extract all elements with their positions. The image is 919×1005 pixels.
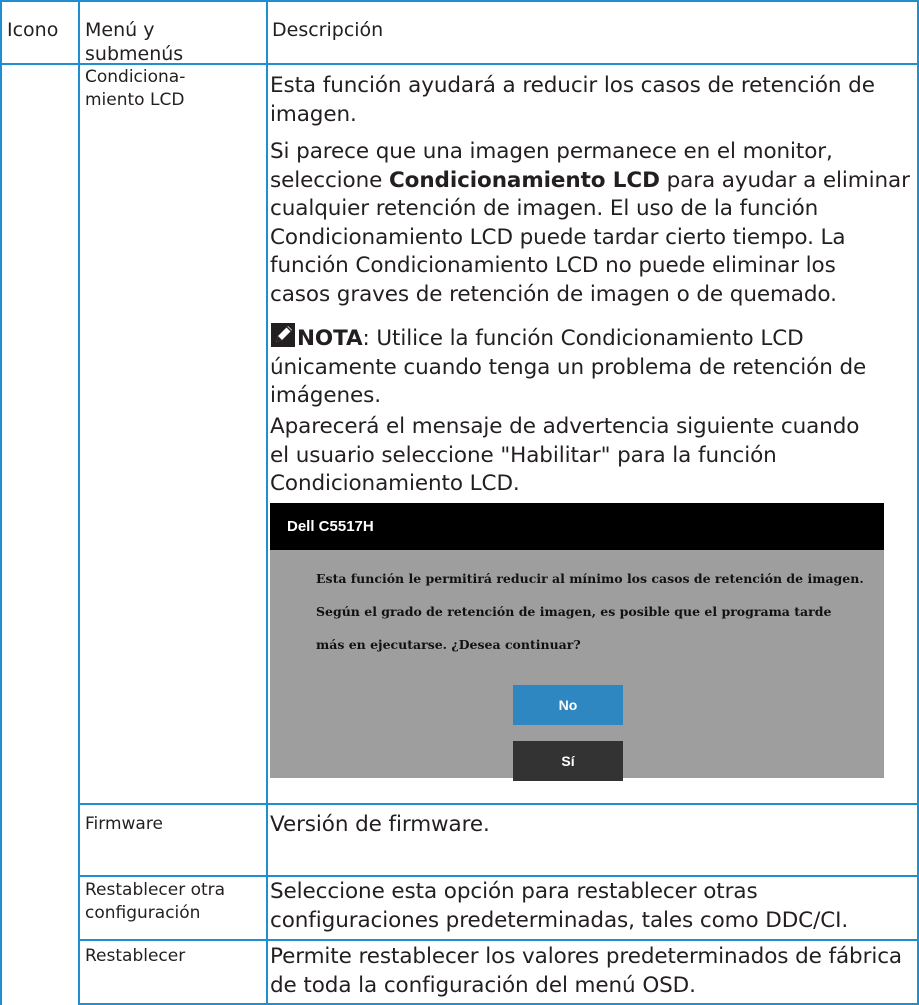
lcd-paragraph-1: Esta función ayudará a reducir los casos… — [270, 72, 915, 129]
lcd-note-line1: NOTA: Utilice la función Condicionamient… — [270, 322, 915, 354]
lcd-p2-line6: casos graves de retención de imagen o de… — [270, 281, 837, 307]
reset-desc-line2: de toda la configuración del menú OSD. — [270, 972, 696, 998]
other-reset-description: Seleccione esta opción para restablecer … — [270, 878, 915, 935]
menu-lcd-line1: Condiciona- — [85, 67, 186, 87]
other-reset-desc-line2: configuraciones predeterminadas, tales c… — [270, 907, 849, 933]
lcd-p2-line2: seleccione Condicionamiento LCD para ayu… — [270, 167, 915, 196]
table-border-row2 — [78, 875, 919, 877]
no-button[interactable]: No — [513, 685, 623, 725]
menu-other-reset-line1: Restablecer otra — [85, 880, 226, 900]
table-border-left — [0, 0, 2, 1005]
lcd-note-line1-rest: : Utilice la función Condicionamiento LC… — [362, 326, 804, 351]
header-menu-line1: Menú y — [85, 19, 155, 41]
menu-other-reset-line2: configuración — [85, 903, 201, 923]
lcd-note-line3: imágenes. — [270, 383, 381, 408]
table-border-row3 — [78, 939, 919, 941]
table-border-col2 — [266, 0, 268, 1005]
lcd-p1-line2: imagen. — [270, 101, 357, 127]
lcd-p2-line2-pre: seleccione — [270, 167, 389, 193]
dialog-title: Dell C5517H — [270, 503, 884, 550]
reset-desc-line1: Permite restablecer los valores predeter… — [270, 944, 902, 969]
table-border-top — [0, 0, 919, 2]
table-border-row1 — [78, 803, 919, 805]
header-description-column: Descripción — [272, 19, 384, 41]
menu-cell-lcd: Condiciona- miento LCD — [85, 66, 185, 112]
document-page: Icono Menú y submenús Descripción Condic… — [0, 0, 919, 1005]
menu-cell-firmware: Firmware — [85, 814, 163, 834]
pencil-note-icon — [270, 322, 296, 348]
lcd-p2-line4: Condicionamiento LCD puede tardar cierto… — [270, 224, 846, 250]
reset-description: Permite restablecer los valores predeter… — [270, 943, 915, 1000]
menu-lcd-line2: miento LCD — [85, 90, 185, 110]
table-border-col1 — [78, 0, 80, 1005]
dialog-message-line3: más en ejecutarse. ¿Desea continuar? — [316, 637, 581, 652]
firmware-description: Versión de firmware. — [270, 812, 490, 837]
lcd-note-line2: únicamente cuando tenga un problema de r… — [270, 354, 867, 380]
lcd-paragraph-2: Si parece que una imagen permanece en el… — [270, 138, 915, 309]
lcd-p2-line5: función Condicionamiento LCD no puede el… — [270, 253, 836, 278]
yes-button[interactable]: Sí — [513, 741, 623, 781]
lcd-note-label: NOTA — [297, 326, 363, 351]
lcd-p2-line2-bold: Condicionamiento LCD — [389, 167, 660, 193]
header-menu-line2: submenús — [85, 43, 184, 65]
lcd-p1-line1: Esta función ayudará a reducir los casos… — [270, 73, 875, 98]
menu-cell-other-reset: Restablecer otra configuración — [85, 879, 225, 925]
menu-cell-reset: Restablecer — [85, 946, 186, 966]
lcd-p3-line2: el usuario seleccione "Habilitar" para l… — [270, 442, 777, 468]
header-icon-column: Icono — [7, 19, 59, 41]
dialog-message-line1: Esta función le permitirá reducir al mín… — [316, 571, 864, 586]
lcd-p2-line1: Si parece que una imagen permanece en el… — [270, 139, 833, 164]
lcd-paragraph-3: Aparecerá el mensaje de advertencia sigu… — [270, 413, 915, 499]
lcd-p3-line1: Aparecerá el mensaje de advertencia sigu… — [270, 414, 860, 439]
lcd-p2-line2-post: para ayudar a eliminar — [659, 167, 910, 193]
lcd-p3-line3: Condicionamiento LCD. — [270, 471, 520, 496]
dialog-message-line2: Según el grado de retención de imagen, e… — [316, 604, 832, 619]
lcd-note: NOTA: Utilice la función Condicionamient… — [270, 322, 915, 411]
other-reset-desc-line1: Seleccione esta opción para restablecer … — [270, 879, 758, 904]
header-menu-column: Menú y submenús — [85, 18, 183, 66]
osd-warning-dialog: Dell C5517H Esta función le permitirá re… — [270, 503, 884, 781]
lcd-p2-line3: cualquier retención de imagen. El uso de… — [270, 196, 819, 221]
